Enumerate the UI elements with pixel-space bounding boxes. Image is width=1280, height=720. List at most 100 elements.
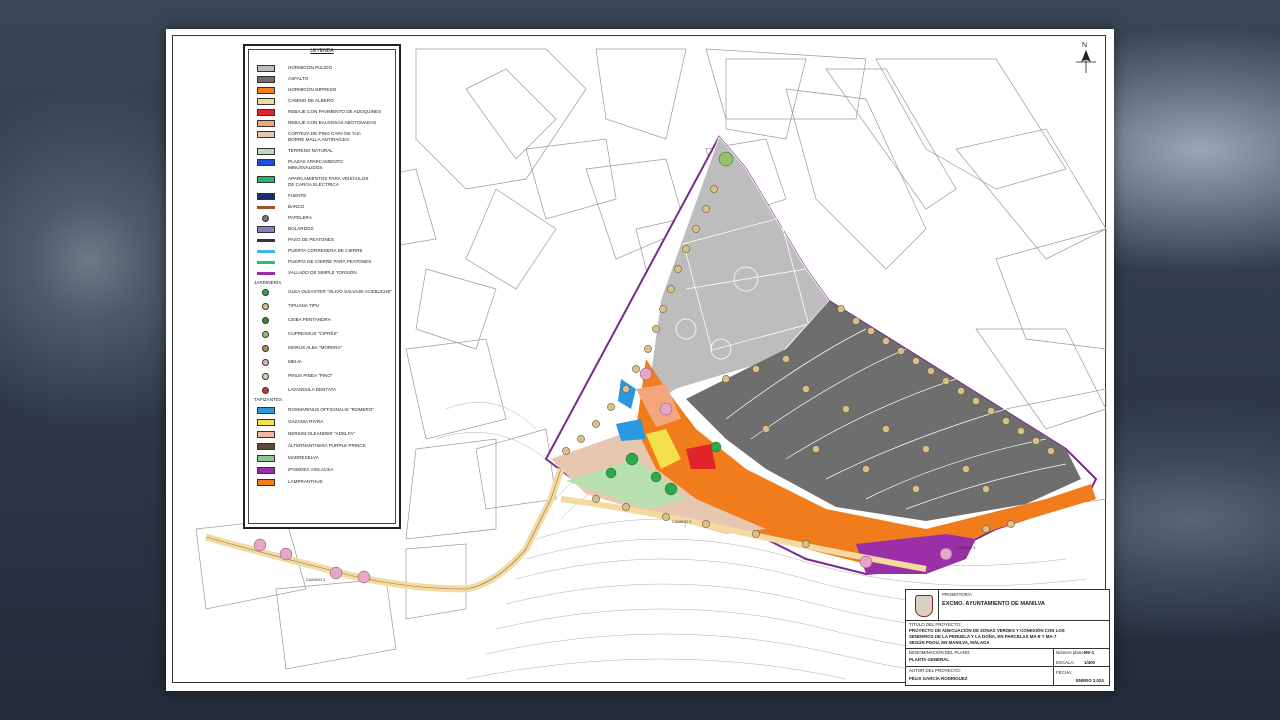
tree-symbol bbox=[752, 365, 760, 373]
legend-row: MADRESELVA bbox=[251, 454, 397, 463]
legend-tapizantes-heading: TAPIZANTES bbox=[254, 397, 282, 402]
legend-row: ALTERNANTHERA PURPLE PRINCE bbox=[251, 442, 397, 451]
tree-symbol bbox=[622, 385, 630, 393]
legend-label: PASO DE PEATONES bbox=[288, 237, 334, 242]
legend-swatch bbox=[262, 215, 269, 222]
legend-label: FUENTE bbox=[288, 193, 307, 198]
tree-symbol bbox=[702, 205, 710, 213]
tree-symbol bbox=[1007, 520, 1015, 528]
legend-swatch bbox=[257, 120, 275, 127]
tree-symbol bbox=[867, 327, 875, 335]
legend-label: MORUS ALBA "MORERA" bbox=[288, 345, 343, 350]
tree-symbol bbox=[722, 375, 730, 383]
legend-row: VALLADO DE SIMPLE TORSIÓN bbox=[251, 269, 397, 278]
tree-symbol bbox=[692, 225, 700, 233]
legend-row: CEIBA PENTANDRA bbox=[251, 316, 397, 325]
legend-swatch bbox=[257, 76, 275, 83]
tree-symbol bbox=[982, 485, 990, 493]
tree-symbol bbox=[562, 447, 570, 455]
legend-swatch bbox=[262, 387, 269, 394]
legend-label: BORRE MALLA ANTIRAÍCES bbox=[288, 137, 350, 142]
legend-row: LAVANDULA DENTATA bbox=[251, 386, 397, 395]
legend-row: GAZANIA RIVRA bbox=[251, 418, 397, 427]
legend-label: BANCO bbox=[288, 204, 305, 209]
legend-row: PUERTA CORREDERA DE CIERRE bbox=[251, 247, 397, 256]
legend-label: CAMINO DE ALBERO bbox=[288, 98, 334, 103]
tree-symbol bbox=[1047, 447, 1055, 455]
tb-divider bbox=[906, 666, 1109, 667]
titulo-label: TITULO DEL PROYECTO: bbox=[909, 622, 962, 627]
legend-swatch bbox=[257, 98, 275, 105]
north-arrow bbox=[1076, 49, 1096, 73]
fecha-value: ENERO 2.024 bbox=[1076, 678, 1104, 683]
legend-row: HORMIGÓN IMPRESO bbox=[251, 86, 397, 95]
legend-row: MINUSVALIDOS bbox=[251, 164, 397, 173]
legend-label: VALLADO DE SIMPLE TORSIÓN bbox=[288, 270, 357, 275]
legend-label: ALTERNANTHERA PURPLE PRINCE bbox=[288, 443, 366, 448]
legend-label: LAVANDULA DENTATA bbox=[288, 387, 337, 392]
legend-swatch bbox=[257, 226, 275, 233]
legend-row: REBAJE CON PAVIMENTO DE ADOQUINES bbox=[251, 108, 397, 117]
legend-label: PUERTA CORREDERA DE CIERRE bbox=[288, 248, 363, 253]
legend-row: LAMPRANTHUS bbox=[251, 478, 397, 487]
tree-symbol bbox=[927, 367, 935, 375]
legend-row: MORUS ALBA "MORERA" bbox=[251, 344, 397, 353]
tree-symbol bbox=[1032, 437, 1040, 445]
tree-symbol bbox=[972, 397, 980, 405]
legend-swatch bbox=[257, 407, 275, 414]
tree-symbol bbox=[912, 485, 920, 493]
tb-divider bbox=[938, 590, 939, 620]
legend-label: CEIBA PENTANDRA bbox=[288, 317, 331, 322]
tree-symbol bbox=[592, 495, 600, 503]
tree-symbol bbox=[1017, 427, 1025, 435]
tree-symbol bbox=[607, 403, 615, 411]
tree-symbol bbox=[659, 305, 667, 313]
legend-row: TERRENO NATURAL bbox=[251, 147, 397, 156]
promotor-name: EXCMO. AYUNTAMIENTO DE MANILVA bbox=[942, 601, 1045, 607]
tree-symbol bbox=[897, 347, 905, 355]
legend-jardineria-heading: JARDINERÍA bbox=[254, 280, 282, 285]
tree-symbol bbox=[882, 425, 890, 433]
tree-symbol bbox=[702, 520, 710, 528]
legend-swatch bbox=[257, 479, 275, 486]
tree-symbol bbox=[1002, 417, 1010, 425]
legend-row: ROSMARINUS OFFICINALIS "ROMERO" bbox=[251, 406, 397, 415]
legend-swatch bbox=[262, 331, 269, 338]
legend-row: DE CARGA ELÉCTRICA bbox=[251, 181, 397, 190]
tree-symbol bbox=[752, 530, 760, 538]
tree-symbol bbox=[782, 355, 790, 363]
legend-swatch bbox=[257, 419, 275, 426]
tree-symbol bbox=[882, 337, 890, 345]
legend-label: ROSMARINUS OFFICINALIS "ROMERO" bbox=[288, 407, 374, 412]
escala-label: ESCALA: bbox=[1056, 660, 1075, 665]
tree-symbol bbox=[652, 325, 660, 333]
legend-row: PASO DE PEATONES bbox=[251, 236, 397, 245]
camino-label-2: CAMINO 2 bbox=[306, 577, 326, 582]
numero-value: MV-1 bbox=[1084, 650, 1095, 655]
legend-label: LAMPRANTHUS bbox=[288, 479, 323, 484]
numero-label: Número plano: bbox=[1056, 650, 1085, 655]
legend-swatch bbox=[262, 373, 269, 380]
titulo-line-1: PROYECTO DE ADECUACIÓN DE ZONAS VERDES Y… bbox=[909, 628, 1065, 633]
legend-label: HORMIGÓN IMPRESO bbox=[288, 87, 337, 92]
legend-row: REBAJE CON BALDOSAS ABOTONADAS bbox=[251, 119, 397, 128]
legend-row: MELIA bbox=[251, 358, 397, 367]
legend-swatch bbox=[262, 289, 269, 296]
tree-symbol bbox=[862, 465, 870, 473]
legend-row: BOLARDOS bbox=[251, 225, 397, 234]
legend-swatch bbox=[262, 345, 269, 352]
legend-swatch bbox=[262, 317, 269, 324]
legend-label: GAZANIA RIVRA bbox=[288, 419, 324, 424]
legend-swatch bbox=[257, 87, 275, 94]
escala-value: 1/400 bbox=[1084, 660, 1095, 665]
tree-symbol bbox=[912, 357, 920, 365]
legend-swatch bbox=[257, 272, 275, 275]
legend-label: PAPELERA bbox=[288, 215, 312, 220]
autor-name: FÉLIX GARCÍA RODRÍGUEZ bbox=[909, 676, 968, 681]
legend-label: IPOMOEA VIOLACEA bbox=[288, 467, 334, 472]
tree-symbol bbox=[987, 407, 995, 415]
legend-label: REBAJE CON BALDOSAS ABOTONADAS bbox=[288, 120, 377, 125]
legend-swatch bbox=[257, 250, 275, 253]
legend-row: PINUS PINEA "PINO" bbox=[251, 372, 397, 381]
tree-symbol bbox=[842, 405, 850, 413]
